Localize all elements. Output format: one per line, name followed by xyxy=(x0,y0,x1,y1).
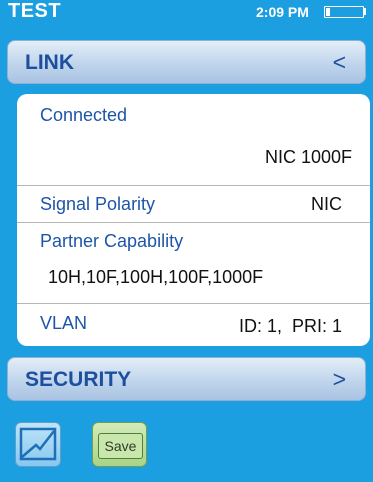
partner-capability-row: Partner Capability 10H,10F,100H,100F,100… xyxy=(17,223,370,304)
expand-chevron-icon[interactable]: > xyxy=(333,367,346,391)
vlan-label: VLAN xyxy=(40,313,88,333)
vlan-row: VLAN ID: 1, PRI: 1 xyxy=(17,304,370,346)
collapse-chevron-icon[interactable]: < xyxy=(333,50,346,74)
battery-icon xyxy=(324,6,364,18)
partner-capability-label: Partner Capability xyxy=(40,231,184,251)
signal-polarity-label: Signal Polarity xyxy=(40,194,156,214)
app-title: TEST xyxy=(8,0,62,22)
security-section-title: SECURITY xyxy=(25,368,132,391)
link-details-panel: Connected NIC 1000F Signal Polarity NIC … xyxy=(17,94,370,346)
clock: 2:09 PM xyxy=(256,4,309,20)
security-section-header[interactable]: SECURITY > xyxy=(7,357,366,401)
status-bar: TEST 2:09 PM xyxy=(0,0,373,22)
signal-polarity-row: Signal Polarity NIC xyxy=(17,186,370,223)
save-button[interactable]: Save xyxy=(92,422,147,467)
battery-level xyxy=(326,8,330,16)
chart-button[interactable] xyxy=(15,422,61,467)
partner-capability-value: 10H,10F,100H,100F,1000F xyxy=(48,267,264,287)
save-button-label: Save xyxy=(98,433,143,459)
signal-polarity-value: NIC xyxy=(311,194,342,214)
connected-row: Connected NIC 1000F xyxy=(17,94,370,186)
battery-tip xyxy=(364,8,366,15)
vlan-value: ID: 1, PRI: 1 xyxy=(238,316,342,336)
connected-value: NIC 1000F xyxy=(264,147,352,167)
connected-label: Connected xyxy=(40,105,128,125)
link-section-title: LINK xyxy=(25,51,74,74)
link-section-header[interactable]: LINK < xyxy=(7,40,366,84)
chart-icon xyxy=(19,427,57,461)
